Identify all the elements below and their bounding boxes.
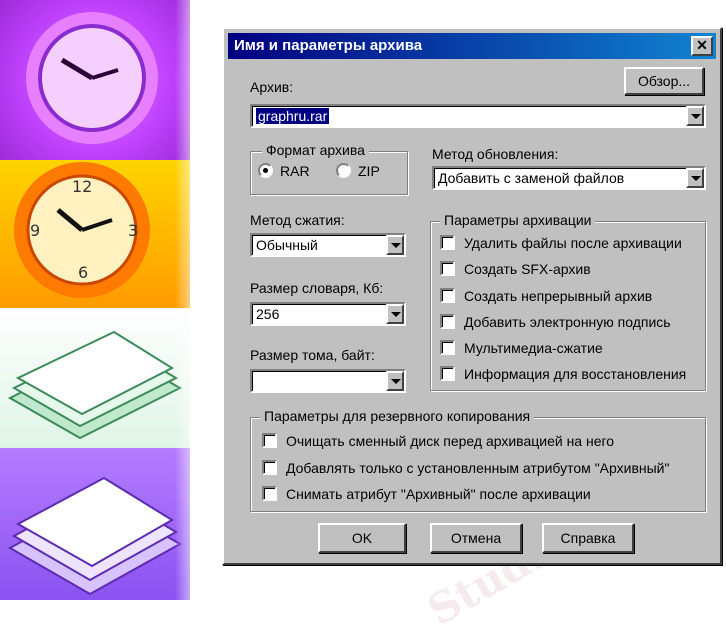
archive-name-value: graphru.rar bbox=[256, 108, 330, 124]
checkbox-delete-after[interactable] bbox=[440, 235, 455, 250]
checkbox-multimedia[interactable] bbox=[440, 340, 455, 355]
chevron-down-icon[interactable] bbox=[386, 304, 404, 324]
radio-rar[interactable] bbox=[258, 163, 273, 178]
backup-params-legend: Параметры для резервного копирования bbox=[260, 408, 535, 424]
dictionary-value: 256 bbox=[256, 306, 280, 322]
help-button[interactable]: Справка bbox=[542, 523, 634, 553]
clock-image-orange: 12 3 6 9 bbox=[0, 160, 190, 308]
browse-button[interactable]: Обзор... bbox=[624, 67, 704, 95]
checkbox-clear-disk[interactable] bbox=[262, 433, 277, 448]
cancel-button[interactable]: Отмена bbox=[430, 523, 522, 553]
checkbox-recovery-label[interactable]: Информация для восстановления bbox=[464, 366, 686, 382]
radio-rar-label[interactable]: RAR bbox=[280, 163, 310, 179]
checkbox-signature[interactable] bbox=[440, 314, 455, 329]
strip-fade bbox=[175, 0, 225, 600]
dialog-title: Имя и параметры архива bbox=[234, 37, 423, 54]
checkbox-only-archive-attr[interactable] bbox=[262, 460, 277, 475]
documents-icon bbox=[7, 476, 183, 596]
chevron-down-icon[interactable] bbox=[386, 371, 404, 391]
checkbox-sfx-label[interactable]: Создать SFX-архив bbox=[464, 261, 591, 277]
ok-button[interactable]: OK bbox=[318, 523, 406, 553]
volume-label: Размер тома, байт: bbox=[250, 347, 375, 363]
documents-icon bbox=[7, 330, 183, 440]
archive-name-combo[interactable]: graphru.rar bbox=[250, 104, 706, 128]
dictionary-select[interactable]: 256 bbox=[250, 302, 406, 326]
checkbox-multimedia-label[interactable]: Мультимедиа-сжатие bbox=[464, 340, 603, 356]
decorative-image-strip: 12 3 6 9 bbox=[0, 0, 190, 600]
checkbox-sfx[interactable] bbox=[440, 261, 455, 276]
archive-label: Архив: bbox=[250, 79, 294, 95]
checkbox-solid[interactable] bbox=[440, 288, 455, 303]
clock-icon bbox=[26, 12, 158, 144]
update-method-select[interactable]: Добавить с заменой файлов bbox=[432, 166, 706, 190]
close-icon: ✕ bbox=[696, 37, 708, 53]
compression-label: Метод сжатия: bbox=[250, 212, 345, 228]
svg-text:3: 3 bbox=[128, 221, 138, 240]
papers-image-purple bbox=[0, 448, 190, 600]
clock-image-purple bbox=[0, 0, 190, 160]
chevron-down-icon[interactable] bbox=[386, 235, 404, 255]
clock-icon: 12 3 6 9 bbox=[14, 162, 150, 298]
papers-image-green bbox=[0, 308, 190, 448]
checkbox-recovery[interactable] bbox=[440, 366, 455, 381]
checkbox-clear-archive-attr[interactable] bbox=[262, 486, 277, 501]
dialog-titlebar[interactable]: Имя и параметры архива ✕ bbox=[228, 33, 716, 59]
checkbox-clear-archive-attr-label[interactable]: Снимать атрибут "Архивный" после архивац… bbox=[286, 486, 591, 502]
update-method-value: Добавить с заменой файлов bbox=[438, 170, 625, 186]
archive-params-legend: Параметры архивации bbox=[440, 212, 596, 228]
compression-value: Обычный bbox=[256, 237, 318, 253]
volume-size-combo[interactable] bbox=[250, 369, 406, 393]
close-button[interactable]: ✕ bbox=[691, 36, 713, 56]
svg-text:6: 6 bbox=[78, 263, 88, 282]
chevron-down-icon[interactable] bbox=[686, 106, 704, 126]
compression-select[interactable]: Обычный bbox=[250, 233, 406, 257]
format-group-legend: Формат архива bbox=[262, 142, 369, 158]
checkbox-solid-label[interactable]: Создать непрерывный архив bbox=[464, 288, 652, 304]
update-method-label: Метод обновления: bbox=[432, 146, 559, 162]
svg-text:12: 12 bbox=[72, 177, 92, 196]
checkbox-delete-after-label[interactable]: Удалить файлы после архивации bbox=[464, 235, 682, 251]
radio-zip[interactable] bbox=[336, 163, 351, 178]
archive-dialog: Имя и параметры архива ✕ Архив: Обзор...… bbox=[222, 27, 722, 565]
checkbox-signature-label[interactable]: Добавить электронную подпись bbox=[464, 314, 671, 330]
checkbox-only-archive-attr-label[interactable]: Добавлять только с установленным атрибут… bbox=[286, 460, 669, 476]
radio-zip-label[interactable]: ZIP bbox=[358, 163, 380, 179]
chevron-down-icon[interactable] bbox=[686, 168, 704, 188]
checkbox-clear-disk-label[interactable]: Очищать сменный диск перед архивацией на… bbox=[286, 433, 614, 449]
svg-text:9: 9 bbox=[30, 221, 40, 240]
dictionary-label: Размер словаря, Кб: bbox=[250, 280, 384, 296]
